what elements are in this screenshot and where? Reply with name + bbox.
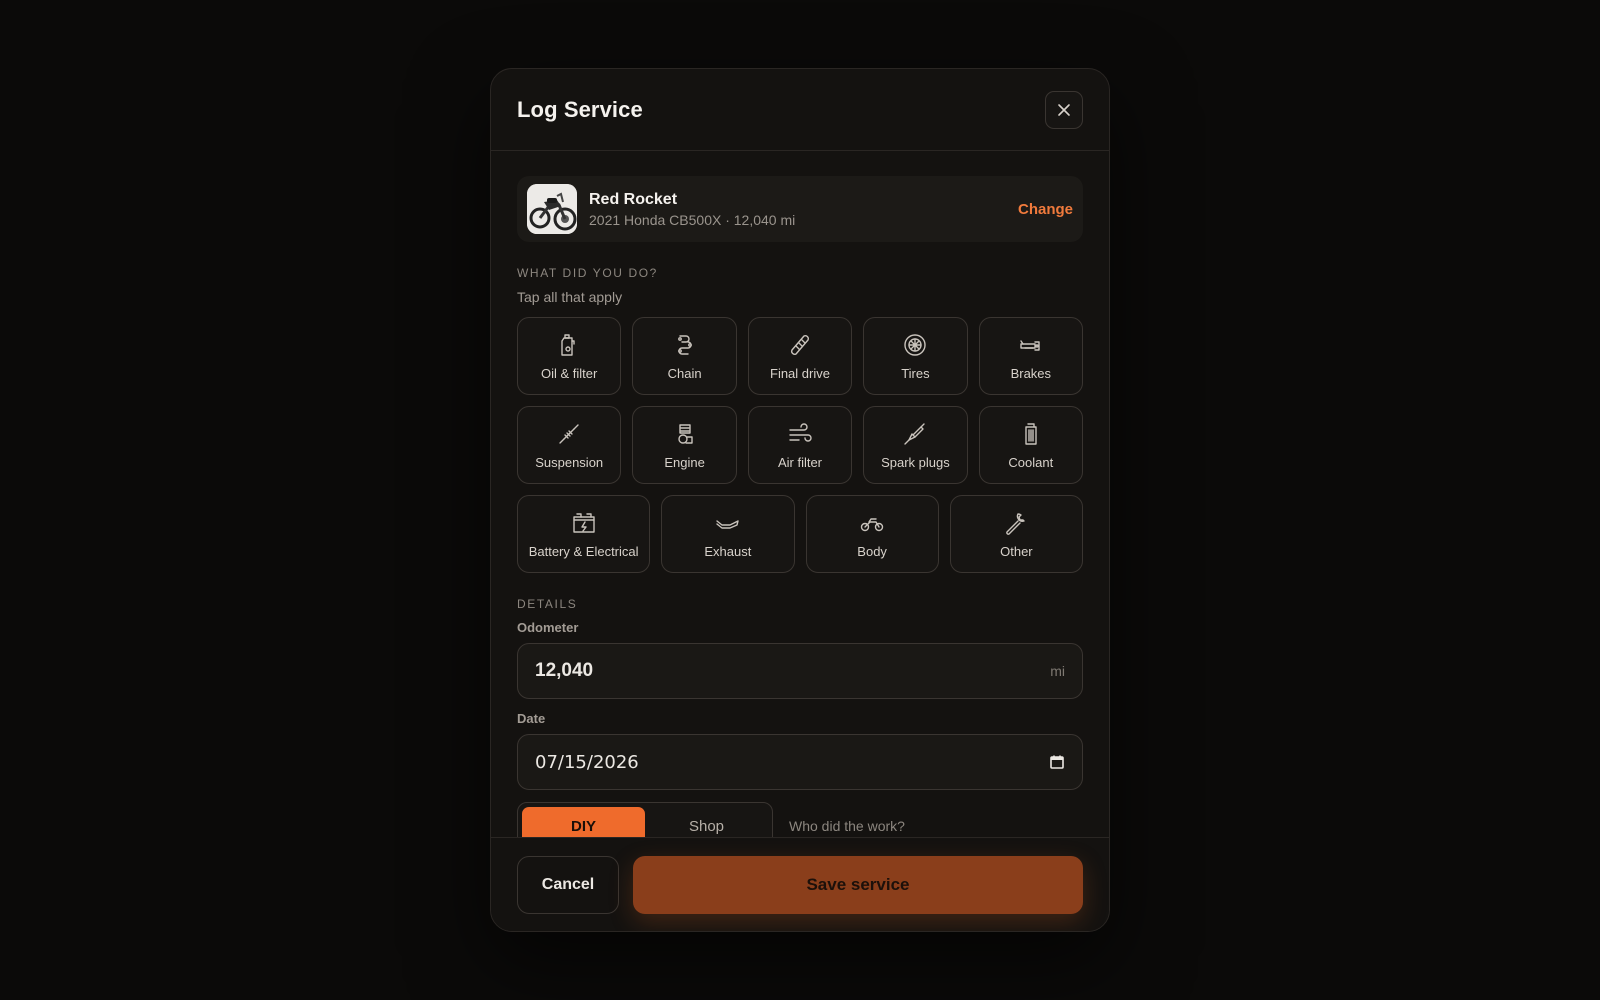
service-type-row-2: Suspension Engine Air filter Spark plugs…	[517, 406, 1083, 484]
battery-icon	[571, 510, 597, 536]
tile-label: Chain	[667, 365, 702, 381]
log-service-modal: Log Service Red Rocket 2021 Honda CB500X…	[490, 68, 1110, 932]
bike-card: Red Rocket 2021 Honda CB500X · 12,040 mi…	[517, 176, 1083, 242]
brake-lever-icon	[1018, 332, 1044, 358]
tile-label: Final drive	[770, 365, 830, 381]
calendar-icon[interactable]	[1049, 754, 1065, 770]
modal-body[interactable]: Red Rocket 2021 Honda CB500X · 12,040 mi…	[491, 152, 1109, 837]
tile-label: Air filter	[777, 454, 823, 470]
bike-thumbnail	[527, 184, 577, 234]
odometer-unit: mi	[1050, 663, 1065, 679]
modal-footer: Cancel Save service	[491, 837, 1109, 931]
details-section-label: DETAILS	[517, 597, 578, 611]
diy-option[interactable]: DIY	[522, 807, 645, 837]
date-value: 07/15/2026	[535, 751, 639, 773]
exhaust-icon	[715, 510, 741, 536]
service-tile-engine[interactable]: Engine	[632, 406, 737, 484]
service-tile-suspension[interactable]: Suspension	[517, 406, 622, 484]
engine-icon	[672, 421, 698, 447]
chain-icon	[672, 332, 698, 358]
service-tile-final-drive[interactable]: Final drive	[747, 317, 853, 395]
who-did-work-label: Who did the work?	[789, 818, 905, 834]
bike-meta: 2021 Honda CB500X · 12,040 mi	[589, 211, 796, 228]
what-section-label: WHAT DID YOU DO?	[517, 266, 658, 280]
tile-label: Coolant	[1008, 454, 1054, 470]
shop-option[interactable]: Shop	[645, 807, 768, 837]
date-input[interactable]: 07/15/2026	[517, 734, 1083, 790]
service-tile-battery-electrical[interactable]: Battery & Electrical	[517, 495, 651, 573]
modal-header: Log Service	[491, 69, 1109, 151]
odometer-label: Odometer	[517, 620, 579, 635]
service-tile-chain[interactable]: Chain	[632, 317, 737, 395]
service-type-row-3: Battery & Electrical Exhaust Body Other	[517, 495, 1083, 573]
save-service-button[interactable]: Save service	[633, 855, 1083, 914]
who-did-work-row: DIY Shop Who did the work?	[517, 802, 1083, 837]
motorcycle-icon	[859, 510, 885, 536]
tile-label: Brakes	[1010, 365, 1052, 381]
radiator-icon	[1018, 421, 1044, 447]
bike-name: Red Rocket	[589, 190, 678, 208]
wrench-icon	[1003, 510, 1029, 536]
spark-plug-icon	[902, 421, 928, 447]
tile-label: Exhaust	[704, 543, 752, 559]
tile-label: Other	[1000, 543, 1033, 559]
wind-icon	[787, 421, 813, 447]
odometer-value: 12,040	[535, 660, 594, 681]
modal-title: Log Service	[517, 96, 643, 122]
odometer-input[interactable]: 12,040 mi	[517, 643, 1083, 699]
service-tile-coolant[interactable]: Coolant	[978, 406, 1083, 484]
service-tile-exhaust[interactable]: Exhaust	[661, 495, 795, 573]
tile-label: Tires	[901, 365, 930, 381]
service-tile-body[interactable]: Body	[805, 495, 939, 573]
service-tile-brakes[interactable]: Brakes	[978, 317, 1083, 395]
tile-label: Engine	[664, 454, 705, 470]
who-segmented-control: DIY Shop	[517, 802, 773, 837]
service-type-row-1: Oil & filter Chain Final drive Tires Bra…	[517, 317, 1083, 395]
what-section-hint: Tap all that apply	[517, 289, 623, 305]
shock-absorber-icon	[556, 421, 582, 447]
cancel-button[interactable]: Cancel	[517, 855, 619, 914]
service-tile-spark-plugs[interactable]: Spark plugs	[863, 406, 968, 484]
tile-label: Body	[857, 543, 887, 559]
service-tile-oil-filter[interactable]: Oil & filter	[517, 317, 622, 395]
service-tile-other[interactable]: Other	[949, 495, 1083, 573]
date-label: Date	[517, 711, 546, 726]
tile-label: Spark plugs	[881, 454, 950, 470]
tile-label: Battery & Electrical	[528, 543, 639, 559]
tire-icon	[902, 332, 928, 358]
tile-label: Oil & filter	[541, 365, 598, 381]
close-icon	[1058, 103, 1070, 116]
oil-can-icon	[556, 332, 582, 358]
change-bike-link[interactable]: Change	[1018, 201, 1073, 218]
service-tile-tires[interactable]: Tires	[863, 317, 968, 395]
service-tile-air-filter[interactable]: Air filter	[747, 406, 853, 484]
belt-icon	[787, 332, 813, 358]
close-button[interactable]	[1045, 90, 1083, 129]
tile-label: Suspension	[535, 454, 604, 470]
